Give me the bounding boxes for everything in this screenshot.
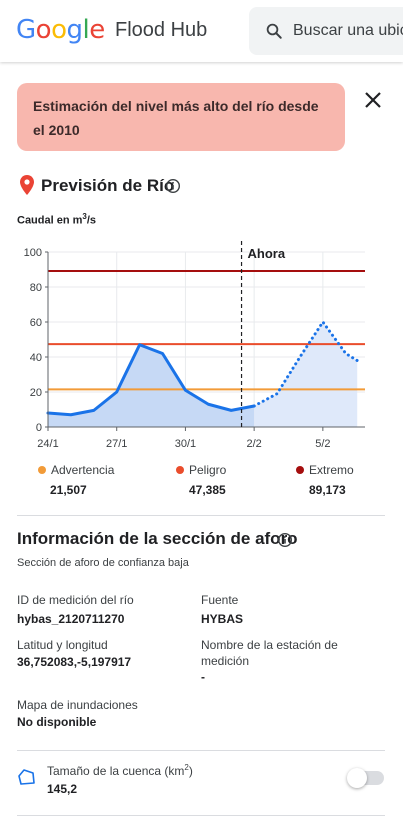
alert-banner: Estimación del nivel más alto del río de…	[17, 83, 345, 151]
source-label: Fuente	[201, 593, 239, 607]
logo-letter: o	[51, 15, 67, 45]
latlng-value: 36,752083,-5,197917	[17, 655, 132, 669]
search-box[interactable]: Buscar una ubic	[249, 7, 403, 55]
logo-letter: G	[16, 15, 36, 45]
x-tick-label: 30/1	[175, 438, 196, 450]
app-title: Flood Hub	[115, 19, 208, 41]
search-input[interactable]: Buscar una ubic	[293, 22, 403, 40]
x-tick-label: 2/2	[246, 438, 261, 450]
legend-extreme-value: 89,173	[309, 483, 346, 497]
station-name-label: Nombre de la estación de medición	[201, 638, 338, 668]
flood-map-label: Mapa de inundaciones	[17, 698, 138, 712]
basin-size-value: 145,2	[47, 782, 78, 796]
flood-map-value: No disponible	[17, 715, 97, 729]
banner-text: Estimación del nivel más alto del río de…	[33, 98, 319, 138]
logo-letter: o	[35, 15, 52, 45]
basin-toggle[interactable]	[347, 768, 384, 788]
x-tick-label: 27/1	[106, 438, 127, 450]
source-value: HYBAS	[201, 612, 244, 626]
y-tick-label: 20	[30, 387, 42, 399]
legend-warning: Advertencia	[38, 463, 114, 477]
basin-polygon-icon	[18, 769, 35, 785]
gauge-section-subtitle: Sección de aforo de confianza baja	[17, 557, 189, 569]
x-tick-label: 5/2	[315, 438, 330, 450]
info-icon[interactable]	[277, 532, 293, 548]
legend-extreme: Extremo	[296, 463, 354, 477]
basin-size-label: Tamaño de la cuenca (km2)	[47, 763, 193, 778]
info-icon[interactable]	[165, 178, 181, 194]
divider	[17, 515, 385, 516]
latlng-label: Latitud y longitud	[17, 638, 108, 652]
y-tick-label: 40	[30, 352, 42, 364]
danger-dot-icon	[176, 466, 184, 474]
basin-label-prefix: Tamaño de la cuenca (km	[47, 764, 185, 778]
y-tick-label: 0	[36, 422, 42, 434]
y-tick-label: 60	[30, 317, 42, 329]
y-tick-label: 80	[30, 282, 42, 294]
forecast-area	[254, 322, 358, 427]
close-icon[interactable]	[362, 89, 384, 111]
basin-label-suffix: )	[188, 764, 193, 778]
gauge-section-title: Información de la sección de aforo	[17, 529, 298, 548]
legend-extreme-label: Extremo	[309, 463, 354, 477]
river-id-value: hybas_2120711270	[17, 612, 125, 626]
units-suffix: /s	[86, 214, 97, 227]
units-label: Caudal en m3/s	[17, 212, 96, 227]
station-name-value: -	[201, 670, 205, 684]
now-label: Ahora	[248, 246, 286, 261]
river-forecast-chart: 100 80 60 40 20 0 24/1 27/1 30/1 2/2 5/2 Ahora	[24, 241, 365, 450]
forecast-title: Previsión de Río	[41, 176, 175, 195]
y-tick-label: 100	[24, 247, 42, 259]
legend-warning-value: 21,507	[50, 483, 87, 497]
app-header: Google Flood Hub Buscar una ubic	[0, 0, 403, 62]
location-pin-icon	[20, 175, 34, 195]
x-tick-label: 24/1	[37, 438, 58, 450]
river-id-label: ID de medición del río	[17, 593, 134, 607]
google-logo[interactable]: Google	[16, 15, 105, 45]
search-icon	[266, 23, 282, 39]
extreme-dot-icon	[296, 466, 304, 474]
divider	[17, 750, 385, 751]
units-prefix: Caudal en m	[17, 214, 83, 227]
logo-letter: e	[89, 15, 105, 45]
legend-danger-label: Peligro	[189, 463, 227, 477]
legend-danger: Peligro	[176, 463, 226, 477]
warning-dot-icon	[38, 466, 46, 474]
divider	[17, 815, 385, 816]
legend-danger-value: 47,385	[189, 483, 226, 497]
logo-letter: g	[66, 15, 84, 45]
toggle-knob[interactable]	[347, 768, 367, 788]
legend-warning-label: Advertencia	[51, 463, 115, 477]
